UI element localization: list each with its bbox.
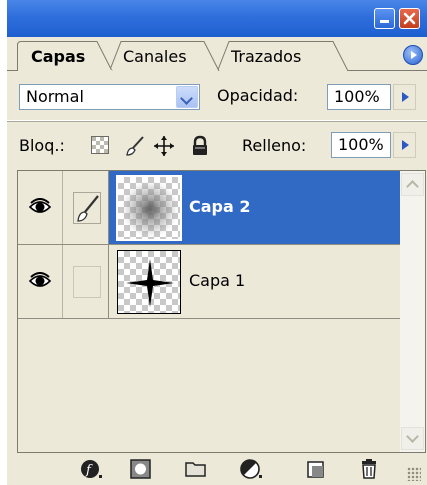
delete-layer-icon[interactable] xyxy=(357,457,381,481)
star-icon xyxy=(126,259,174,307)
opacity-slider-button[interactable] xyxy=(393,84,416,110)
blend-mode-value: Normal xyxy=(26,87,84,106)
fill-label: Relleno: xyxy=(242,136,307,155)
lock-position-icon[interactable] xyxy=(153,135,175,157)
visibility-toggle[interactable] xyxy=(18,245,63,318)
scroll-up-button[interactable] xyxy=(401,173,424,196)
tab-bar: Capas Canales Trazados xyxy=(7,37,427,71)
close-icon xyxy=(403,12,416,25)
palette-menu-button[interactable] xyxy=(403,45,423,65)
layers-list: Capa 2 Capa 1 xyxy=(17,170,426,453)
fill-input[interactable]: 100% xyxy=(331,132,391,158)
lock-all-icon[interactable] xyxy=(190,135,210,157)
lock-options-row: Bloq.: Relleno: 100% xyxy=(7,122,427,170)
blend-mode-select[interactable]: Normal xyxy=(19,84,200,110)
tab-label: Capas xyxy=(31,47,86,66)
layer-name[interactable]: Capa 1 xyxy=(189,271,245,290)
layers-palette: Capas Canales Trazados Normal Opacidad: … xyxy=(7,0,427,485)
empty-link-box xyxy=(73,266,101,298)
layer-row-capa-1[interactable]: Capa 1 xyxy=(18,245,400,319)
new-group-icon[interactable] xyxy=(184,457,208,481)
layer-row-capa-2[interactable]: Capa 2 xyxy=(18,171,400,245)
opacity-input[interactable]: 100% xyxy=(327,84,391,110)
resize-grip[interactable] xyxy=(407,467,421,481)
visibility-toggle[interactable] xyxy=(18,171,63,244)
fill-slider-button[interactable] xyxy=(393,132,416,158)
brush-icon xyxy=(73,192,101,224)
tab-trazados[interactable]: Trazados xyxy=(217,41,349,71)
adjustment-layer-icon[interactable] xyxy=(239,457,263,481)
eye-icon xyxy=(29,272,51,287)
lock-image-icon[interactable] xyxy=(124,135,146,157)
layers-toolbar: f xyxy=(7,453,427,485)
eye-icon xyxy=(29,198,51,213)
minimize-button[interactable] xyxy=(374,8,395,29)
layer-name[interactable]: Capa 2 xyxy=(189,197,251,216)
tab-canales[interactable]: Canales xyxy=(109,41,220,71)
tab-capas[interactable]: Capas xyxy=(17,41,113,71)
link-toggle[interactable] xyxy=(63,245,109,318)
layer-style-icon[interactable]: f xyxy=(79,457,103,481)
lock-label: Bloq.: xyxy=(19,136,65,155)
tab-label: Trazados xyxy=(231,47,302,66)
blend-options-row: Normal Opacidad: 100% xyxy=(7,71,427,121)
layer-thumbnail xyxy=(117,250,181,314)
title-bar[interactable] xyxy=(7,0,427,37)
new-layer-icon[interactable] xyxy=(304,457,328,481)
layer-mask-icon[interactable] xyxy=(129,457,153,481)
tab-label: Canales xyxy=(123,47,187,66)
scroll-down-button[interactable] xyxy=(401,427,424,450)
layer-thumbnail xyxy=(117,176,181,240)
lock-transparency-icon[interactable] xyxy=(90,135,110,155)
chevron-down-icon[interactable] xyxy=(176,86,198,108)
layers-scrollbar[interactable] xyxy=(400,171,425,452)
close-button[interactable] xyxy=(399,8,420,29)
link-toggle[interactable] xyxy=(63,171,109,244)
opacity-label: Opacidad: xyxy=(217,86,299,105)
